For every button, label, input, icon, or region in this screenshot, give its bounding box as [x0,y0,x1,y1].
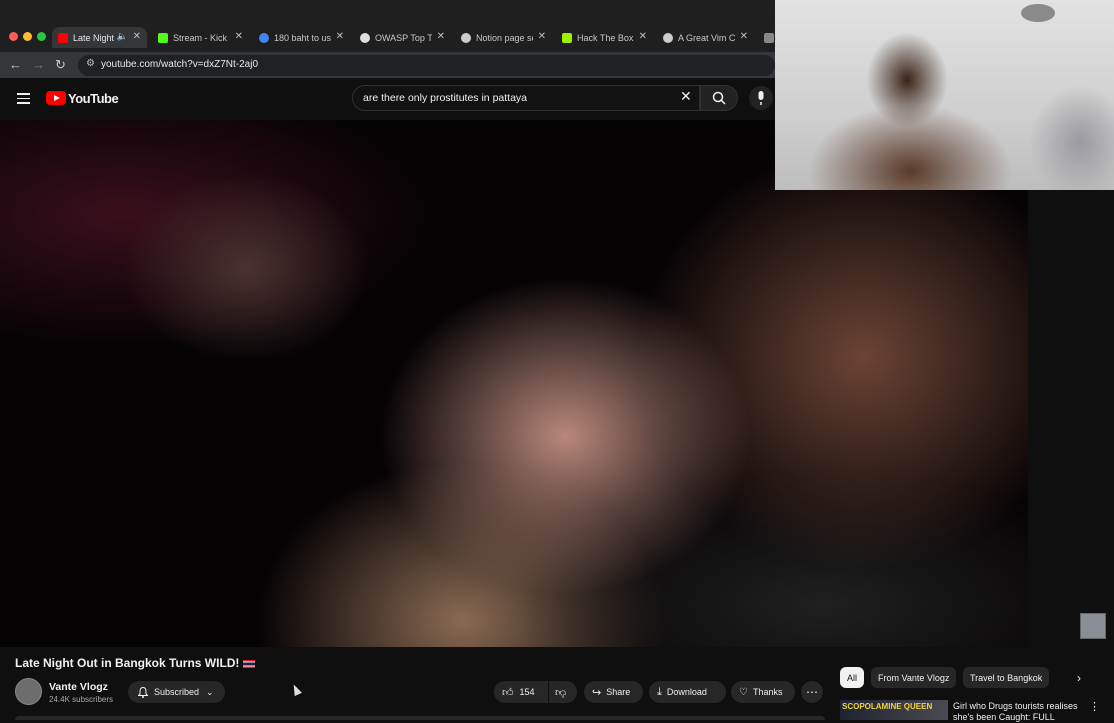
video-frame [0,120,1028,647]
thanks-label: Thanks [752,687,783,697]
back-arrow-icon[interactable]: ← [9,57,22,72]
close-tab-icon[interactable]: ✕ [336,31,344,42]
share-arrow-icon: ↪ [592,686,602,699]
description-box-edge [15,716,825,720]
share-button[interactable]: ↪ Share [584,681,643,703]
kick-favicon-icon [158,32,168,43]
share-label: Share [606,687,631,697]
thumbs-up-icon: 👍︎ [502,686,514,699]
speaker-icon[interactable]: 🔈 [117,31,128,42]
dislike-button[interactable]: 👎︎ [549,681,577,703]
thanks-heart-icon: ♡ [739,686,748,698]
site-info-icon[interactable]: ⚙ [86,58,95,69]
tab-hackthebox[interactable]: Hack The Box ✕ [556,27,653,48]
tab-vim[interactable]: A Great Vim Ch ✕ [657,27,754,48]
bell-icon [138,686,148,698]
tab-youtube[interactable]: Late Night 🔈 ✕ [52,27,147,48]
subscribed-button[interactable]: Subscribed ⌄ [128,681,225,703]
reload-icon[interactable]: ↻ [55,57,66,73]
owasp-favicon-icon [360,32,370,43]
tab-favicon-icon [764,32,774,43]
close-window-button[interactable] [9,32,18,41]
youtube-logo-icon[interactable] [46,91,66,105]
like-count: 154 [519,687,535,697]
video-player[interactable] [0,120,1028,647]
globe-favicon-icon [663,32,673,43]
subscribed-label: Subscribed [154,687,200,697]
youtube-brand[interactable]: YouTube [68,91,119,106]
overlay-avatar-icon[interactable] [1080,613,1106,639]
globe-favicon-icon [461,32,471,43]
tab-label: A Great Vim Ch [678,32,735,43]
more-vertical-icon[interactable]: ⋮ [1089,700,1100,713]
chevron-right-icon[interactable]: › [1077,671,1081,685]
tab-label: Hack The Box [577,32,634,43]
tab-google[interactable]: 180 baht to usd ✕ [253,27,350,48]
video-title: Late Night Out in Bangkok Turns WILD! [15,656,256,670]
chevron-down-icon: ⌄ [206,686,214,697]
thumbnail-text: SCOPOLAMINE QUEEN [842,702,933,711]
maximize-window-button[interactable] [37,32,46,41]
like-button[interactable]: 👍︎ 154 [494,681,548,703]
google-favicon-icon [259,32,269,43]
chip-all[interactable]: All [840,667,865,688]
thailand-flag-icon [243,659,256,668]
clear-search-icon[interactable]: ✕ [680,88,692,105]
url-field[interactable]: ⚙ youtube.com/watch?v=dxZ7Nt-2aj0 [78,55,775,76]
close-tab-icon[interactable]: ✕ [639,31,647,42]
tab-label: OWASP Top Te [375,32,432,43]
search-button[interactable] [700,85,738,111]
close-tab-icon[interactable]: ✕ [740,31,748,42]
tab-owasp[interactable]: OWASP Top Te ✕ [354,27,451,48]
youtube-favicon-icon [58,32,68,43]
search-input[interactable] [363,92,663,104]
channel-name[interactable]: Vante Vlogz [49,681,108,693]
webcam-overlay [775,0,1114,190]
search-box[interactable] [352,85,700,111]
minimize-window-button[interactable] [23,32,32,41]
recommended-thumbnail[interactable]: SCOPOLAMINE QUEEN [840,700,948,720]
channel-avatar[interactable] [15,678,42,705]
tab-label: Notion page se [476,32,533,43]
thanks-button[interactable]: ♡ Thanks [731,681,795,703]
tab-label: Stream - Kick [173,32,228,43]
mouse-cursor [290,682,302,697]
download-label: Download [666,687,707,697]
subscriber-count: 24.4K subscribers [49,695,114,704]
download-button[interactable]: ⤓ Download [649,681,726,703]
microphone-icon [758,91,764,105]
search-icon [712,91,726,105]
browser-tab-bar: Late Night 🔈 ✕ Stream - Kick ✕ 180 baht … [0,0,775,52]
voice-search-button[interactable] [749,86,773,110]
tab-notion[interactable]: Notion page se ✕ [455,27,552,48]
download-icon: ⤓ [657,685,662,698]
close-tab-icon[interactable]: ✕ [235,31,243,42]
forward-arrow-icon[interactable]: → [32,57,45,72]
chip-travel-to-bangkok[interactable]: Travel to Bangkok [963,667,1050,688]
close-tab-icon[interactable]: ✕ [538,31,546,42]
close-tab-icon[interactable]: ✕ [437,31,445,42]
close-tab-icon[interactable]: ✕ [133,31,141,42]
video-title-text: Late Night Out in Bangkok Turns WILD! [15,656,240,670]
tab-label: 180 baht to usd [274,32,331,43]
thumbs-down-icon: 👎︎ [555,686,567,699]
hackthebox-favicon-icon [562,32,572,43]
chip-from-channel[interactable]: From Vante Vlogz [871,667,957,688]
tab-label: Late Night [73,32,115,43]
more-actions-button[interactable]: ⋯ [801,681,823,703]
menu-icon[interactable] [17,93,30,104]
more-horizontal-icon: ⋯ [806,685,818,699]
url-text: youtube.com/watch?v=dxZ7Nt-2aj0 [101,59,259,70]
tab-kick[interactable]: Stream - Kick ✕ [152,27,249,48]
ceiling-light [1021,4,1055,22]
tab-overflow[interactable] [758,27,775,48]
address-bar: ← → ↻ ⚙ youtube.com/watch?v=dxZ7Nt-2aj0 [0,52,775,78]
